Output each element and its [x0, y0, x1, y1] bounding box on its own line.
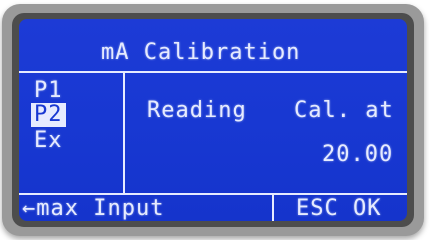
screen-title: mA Calibration	[101, 40, 301, 65]
footer-split	[272, 193, 274, 221]
reading-label: Reading	[147, 98, 247, 123]
cal-value: 20.00	[322, 142, 394, 167]
footer-right-text[interactable]: ESC OK	[296, 197, 381, 221]
menu-divider	[123, 71, 125, 193]
lcd-screen: mA Calibration P1 P2 Ex Reading Cal. at …	[19, 19, 407, 221]
menu-item-p2[interactable]: P2	[31, 103, 66, 127]
cal-at-label: Cal. at	[294, 98, 394, 123]
menu-item-ex[interactable]: Ex	[34, 129, 63, 153]
title-divider	[19, 71, 407, 73]
footer-divider	[19, 193, 407, 195]
menu-item-p1[interactable]: P1	[34, 79, 63, 103]
lcd-bezel: mA Calibration P1 P2 Ex Reading Cal. at …	[12, 13, 414, 227]
device-frame: mA Calibration P1 P2 Ex Reading Cal. at …	[2, 4, 424, 236]
footer-left-text[interactable]: ←max Input	[22, 197, 164, 221]
